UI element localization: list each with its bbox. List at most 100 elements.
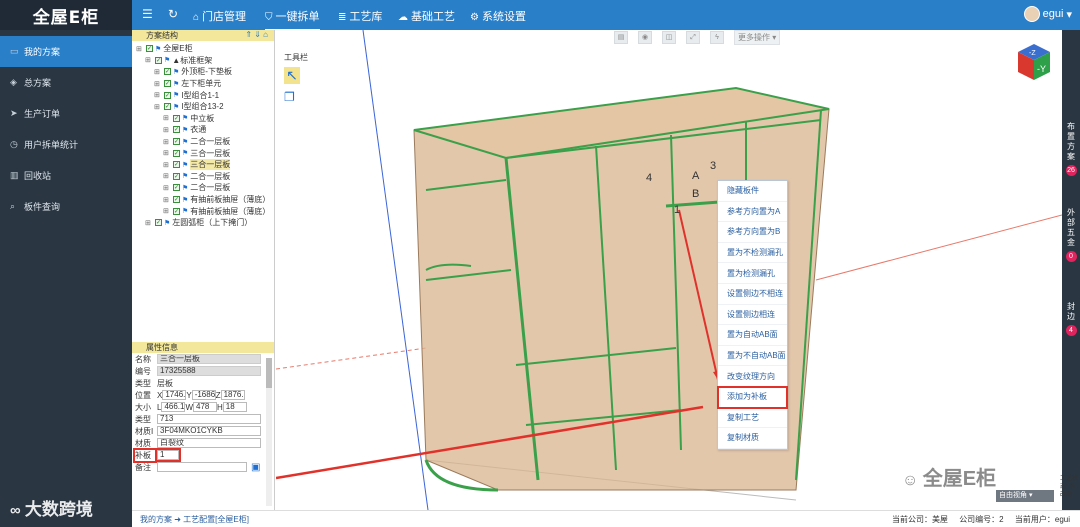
tree-node[interactable]: ⊞ ✓ ⚑ 衣通 — [132, 124, 274, 136]
expand-icon[interactable]: ⊞ — [154, 80, 162, 88]
context-menu-item[interactable]: 复制工艺 — [718, 408, 787, 429]
tree-node[interactable]: ⊞ ✓ ⚑ 二合一层板 — [132, 182, 274, 194]
size-h-input[interactable]: 18 — [222, 402, 247, 412]
app-logo[interactable]: 全屋E柜 — [0, 0, 132, 30]
position-y-input[interactable]: -1686 — [191, 390, 216, 400]
tree-checkbox[interactable]: ✓ — [164, 68, 171, 76]
tree-node[interactable]: ⊞ ✓ ⚑ 三合一层板 — [132, 159, 274, 171]
menu-icon[interactable]: ☰ — [142, 7, 153, 21]
tree-checkbox[interactable]: ✓ — [173, 161, 180, 169]
expand-icon[interactable]: ⊞ — [163, 161, 171, 169]
material-input[interactable]: 白裂纹 — [157, 438, 261, 448]
tree-checkbox[interactable]: ✓ — [173, 149, 180, 157]
position-x-input[interactable]: 1746.3 — [162, 390, 187, 400]
expand-icon[interactable]: ⊞ — [163, 196, 171, 204]
nav-one-click-split[interactable]: ⛉ 一键拆单 — [265, 8, 320, 31]
expand-icon[interactable]: ⊞ — [163, 126, 171, 134]
context-menu-item[interactable]: 设置侧边不相连 — [718, 284, 787, 305]
expand-icon[interactable]: ⊞ — [136, 45, 144, 53]
nav-craft-library[interactable]: ≣ 工艺库 — [338, 8, 382, 24]
position-z-input[interactable]: 1876.3 — [220, 390, 245, 400]
expand-icon[interactable]: ⊞ — [145, 56, 153, 64]
rail-tab-edge-banding[interactable]: 封边 4 — [1062, 302, 1080, 336]
context-menu-item[interactable]: 添加为补板 — [717, 385, 788, 409]
expand-icon[interactable]: ⊞ — [154, 68, 162, 76]
view-cube-icon[interactable]: -Y -Z — [1014, 42, 1054, 82]
size-w-input[interactable]: 478 — [193, 402, 218, 412]
nav-system-settings[interactable]: ⚙ 系统设置 — [470, 8, 526, 24]
tree-node[interactable]: ⊞ ✓ ⚑ 左圆弧柜（上下掩门） — [132, 217, 274, 229]
tree-node[interactable]: ⊞ ✓ ⚑ 左下柜单元 — [132, 78, 274, 90]
expand-icon[interactable]: ⊞ — [163, 114, 171, 122]
context-menu-item[interactable]: 置为不自动AB面 — [718, 346, 787, 367]
rail-tab-layout[interactable]: 布置方案 26 — [1062, 122, 1080, 176]
more-actions-dropdown[interactable]: 更多操作 ▾ — [734, 30, 781, 45]
copy-icon[interactable]: ❐ — [284, 90, 308, 104]
context-menu-item[interactable]: 改变纹理方向 — [718, 366, 787, 387]
sidebar-item-my-plans[interactable]: ▭ 我的方案 — [0, 36, 132, 67]
expand-icon[interactable]: ⊞ — [154, 91, 162, 99]
expand-icon[interactable]: ⊞ — [163, 184, 171, 192]
fit-icon[interactable]: ⤢ — [686, 30, 700, 44]
tree-checkbox[interactable]: ✓ — [155, 219, 162, 227]
tree-node[interactable]: ⊞ ✓ ⚑ 有抽前板抽屉（薄底） — [132, 205, 274, 217]
sidebar-item-all-plans[interactable]: ◈ 总方案 — [0, 67, 132, 98]
expand-icon[interactable]: ⊞ — [163, 149, 171, 157]
tree-checkbox[interactable]: ✓ — [146, 45, 153, 53]
cursor-icon[interactable]: ↖ — [284, 67, 300, 84]
tree-node[interactable]: ⊞ ✓ ⚑ 中立板 — [132, 113, 274, 125]
tree-checkbox[interactable]: ✓ — [155, 56, 162, 64]
view-mode-select[interactable]: 自由视角 ▾ — [996, 490, 1054, 502]
expand-icon[interactable]: ⊞ — [163, 172, 171, 180]
size-l-input[interactable]: 466.14 — [161, 402, 186, 412]
expand-icon[interactable]: ⊞ — [145, 219, 153, 227]
tree-node[interactable]: ⊞ ✓ ⚑ 全屋E柜 — [132, 43, 274, 55]
material-code-input[interactable]: 3F04MKO1CYKB — [157, 426, 261, 436]
context-menu-item[interactable]: 置为不检测漏孔 — [718, 243, 787, 264]
tree-node[interactable]: ⊞ ✓ ⚑ 三合一层板 — [132, 147, 274, 159]
tree-node[interactable]: ⊞ ✓ ⚑ I型组合13-2 — [132, 101, 274, 113]
lightning-icon[interactable]: ϟ — [710, 30, 724, 44]
tree-checkbox[interactable]: ✓ — [173, 207, 180, 215]
folder-icon[interactable]: ▤ — [614, 30, 628, 44]
target-icon[interactable]: ◉ — [638, 30, 652, 44]
patch-input[interactable]: 1 — [155, 448, 181, 462]
tree-checkbox[interactable]: ✓ — [173, 196, 180, 204]
context-menu-item[interactable]: 参考方向置为B — [718, 222, 787, 243]
expand-icon[interactable]: ⊞ — [163, 207, 171, 215]
context-menu-item[interactable]: 置为自动AB面 — [718, 325, 787, 346]
3d-viewport[interactable]: ▤ ◉ ◫ ⤢ ϟ 更多操作 ▾ 工具栏 ↖ ❐ A B 1 3 4 -Y -Z… — [276, 30, 1062, 510]
tree-node[interactable]: ⊞ ✓ ⚑ 二合一层板 — [132, 136, 274, 148]
context-menu-item[interactable]: 隐藏板件 — [718, 181, 787, 202]
context-menu-item[interactable]: 复制材质 — [718, 428, 787, 449]
tree-node[interactable]: ⊞ ✓ ⚑ 二合一层板 — [132, 171, 274, 183]
sidebar-item-recycle-bin[interactable]: ▥ 回收站 — [0, 160, 132, 191]
sidebar-item-panel-search[interactable]: ⌕ 板件查询 — [0, 191, 132, 222]
tree-node[interactable]: ⊞ ✓ ⚑ 有抽前板抽屉（薄底） — [132, 194, 274, 206]
context-menu-item[interactable]: 参考方向置为A — [718, 202, 787, 223]
tree-checkbox[interactable]: ✓ — [173, 126, 180, 134]
expand-icon[interactable]: ⊞ — [163, 138, 171, 146]
save-icon[interactable]: ▣ — [251, 462, 260, 473]
note-input[interactable] — [157, 462, 247, 472]
user-menu[interactable]: egui ▾ — [1023, 6, 1072, 22]
sidebar-item-production-orders[interactable]: ➤ 生产订单 — [0, 98, 132, 129]
tree-node[interactable]: ⊞ ✓ ⚑ I型组合1-1 — [132, 89, 274, 101]
tree-checkbox[interactable]: ✓ — [164, 103, 171, 111]
tree-node[interactable]: ⊞ ✓ ⚑ 外顶柜-下垫板 — [132, 66, 274, 78]
tree-checkbox[interactable]: ✓ — [173, 114, 180, 122]
tree-checkbox[interactable]: ✓ — [164, 80, 171, 88]
nav-basic-craft[interactable]: ☁ 基础工艺 — [398, 8, 455, 24]
rail-tab-hardware[interactable]: 外部五金 0 — [1062, 208, 1080, 262]
kind-input[interactable]: 713 — [157, 414, 261, 424]
context-menu-item[interactable]: 设置侧边相连 — [718, 305, 787, 326]
cube-icon[interactable]: ◫ — [662, 30, 676, 44]
refresh-icon[interactable]: ↻ — [168, 7, 178, 21]
expand-icon[interactable]: ⊞ — [154, 103, 162, 111]
tree-checkbox[interactable]: ✓ — [173, 172, 180, 180]
nav-store-manage[interactable]: ⌂ 门店管理 — [193, 8, 246, 24]
tree-checkbox[interactable]: ✓ — [164, 91, 171, 99]
tree-tools[interactable]: ⇑ ⇓ ⌂ — [245, 30, 268, 39]
tree-checkbox[interactable]: ✓ — [173, 138, 180, 146]
tree-checkbox[interactable]: ✓ — [173, 184, 180, 192]
